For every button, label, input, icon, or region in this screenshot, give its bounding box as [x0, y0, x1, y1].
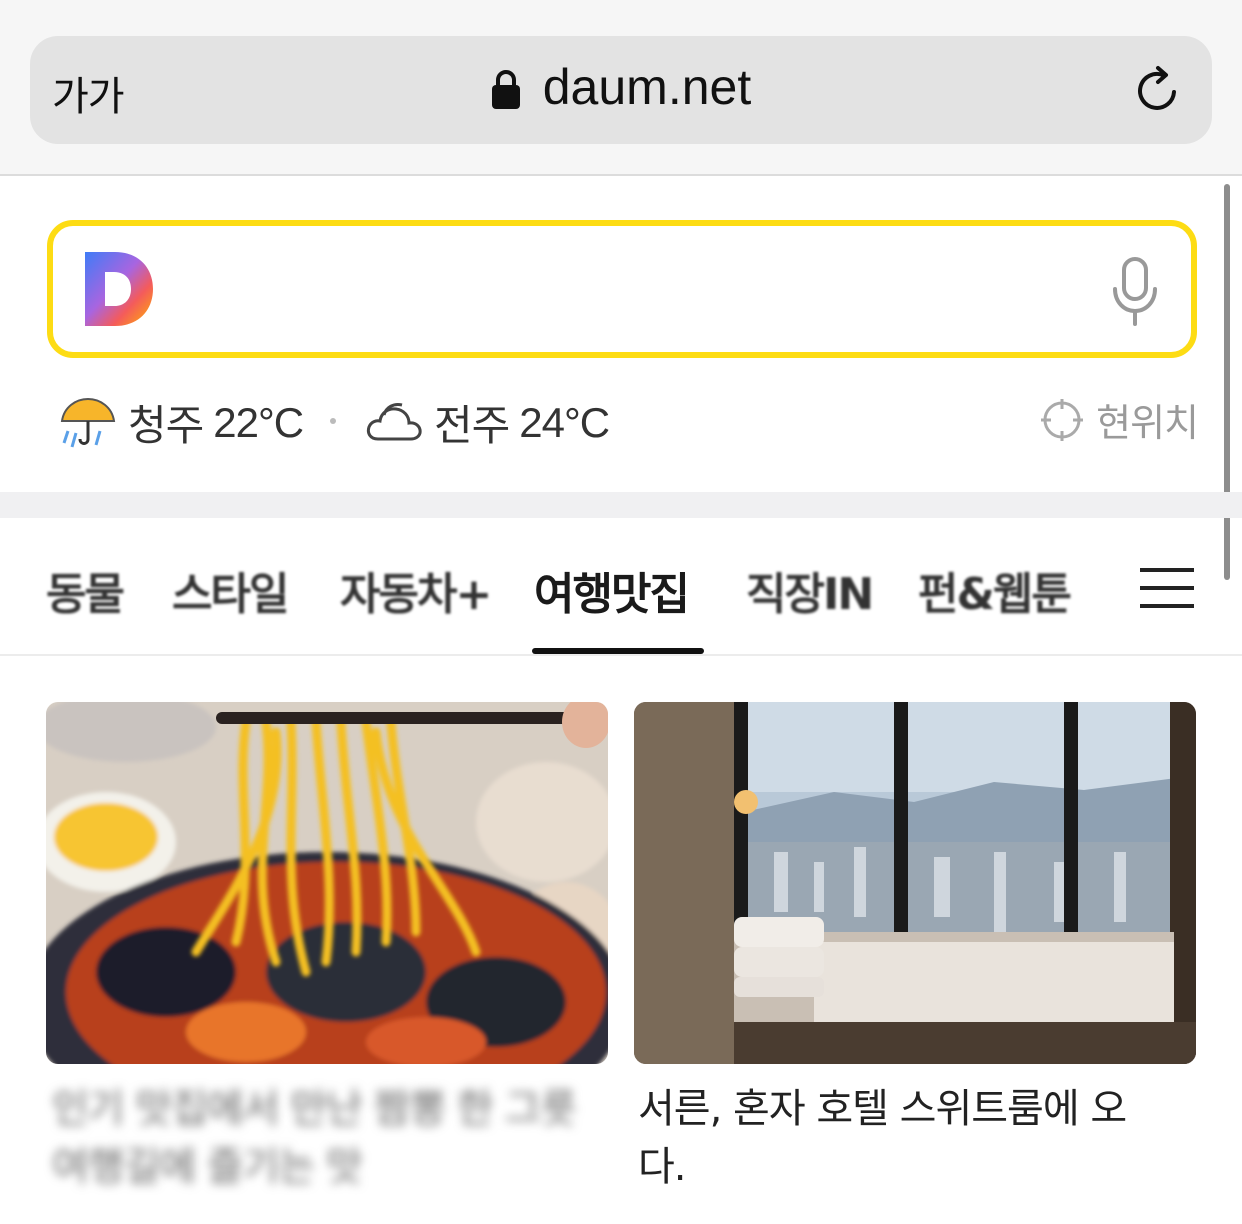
tab-animals[interactable]: 동물 [46, 558, 125, 622]
category-tabs: 동물 스타일 자동차+ 여행맛집 직장IN 펀&웹툰 [0, 520, 1242, 656]
location-label: 현위치 [1096, 401, 1199, 445]
reload-icon[interactable] [1130, 62, 1186, 118]
address-bar[interactable]: 가가 daum.net [30, 36, 1212, 144]
active-tab-indicator [532, 648, 704, 654]
current-location-button[interactable]: 현위치 [1040, 392, 1199, 447]
microphone-icon[interactable] [1109, 256, 1161, 328]
daum-logo-icon [85, 252, 153, 326]
tab-travel-food[interactable]: 여행맛집 [534, 558, 690, 622]
weather-city: 청주 [128, 402, 204, 449]
url-text: daum.net [542, 59, 752, 115]
weather-city: 전주 [434, 402, 510, 449]
cloud-icon [366, 402, 422, 440]
separator-dot [330, 418, 336, 424]
article-title[interactable]: 서른, 혼자 호텔 스위트룸에 오다. [638, 1080, 1168, 1196]
rain-umbrella-icon [60, 397, 116, 447]
browser-toolbar: 가가 daum.net [0, 0, 1242, 176]
weather-bar: 청주 22°C 전주 24°C 현위치 [58, 392, 1199, 456]
tab-cars[interactable]: 자동차+ [340, 558, 492, 622]
lock-icon [491, 70, 520, 109]
hamburger-menu-icon[interactable] [1138, 566, 1196, 610]
tab-fun-webtoon[interactable]: 펀&웹툰 [918, 558, 1072, 622]
section-divider [0, 492, 1242, 518]
weather-item-cheongju[interactable]: 청주 22°C [58, 392, 304, 453]
tab-work[interactable]: 직장IN [746, 558, 874, 622]
article-title[interactable]: 인기 맛집에서 만난 짬뽕 한 그릇 여행길에 즐기는 맛 [52, 1080, 582, 1196]
article-thumbnail-noodles[interactable] [46, 702, 608, 1064]
article-thumbnail-hotel[interactable] [634, 702, 1196, 1064]
search-input[interactable] [47, 220, 1197, 358]
crosshair-icon [1041, 398, 1084, 441]
url-display[interactable]: daum.net [30, 58, 1212, 116]
weather-temp: 22°C [213, 398, 304, 446]
tab-style[interactable]: 스타일 [172, 558, 289, 622]
hotel-room-image [634, 702, 1196, 1064]
weather-item-jeonju[interactable]: 전주 24°C [364, 392, 610, 453]
weather-temp: 24°C [519, 398, 610, 446]
noodle-dish-image [46, 702, 608, 1064]
